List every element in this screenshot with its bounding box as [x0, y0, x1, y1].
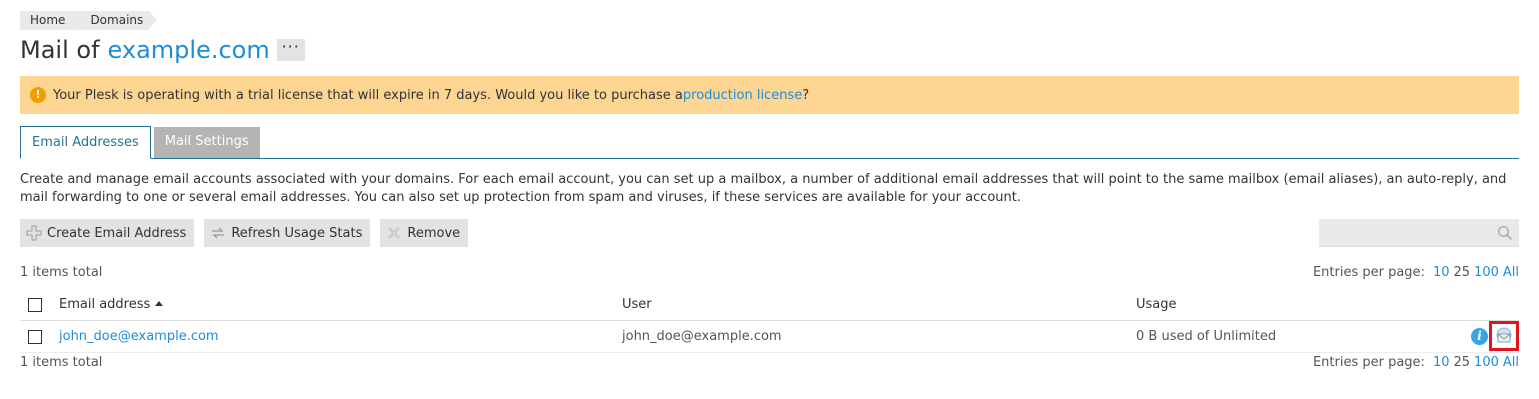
production-license-link[interactable]: production license — [683, 88, 802, 103]
entries-per-page-bottom: Entries per page: 10 25 100 All — [1313, 355, 1519, 370]
page-title: Mail of example.com ··· — [20, 36, 305, 64]
create-email-address-label: Create Email Address — [47, 225, 187, 241]
entries-per-page-label: Entries per page: — [1312, 355, 1425, 370]
select-all-checkbox[interactable] — [28, 298, 42, 312]
more-actions-button[interactable]: ··· — [276, 39, 305, 61]
row-email-link[interactable]: john_doe@example.com — [59, 321, 219, 353]
trial-banner-suffix: ? — [802, 87, 810, 103]
entries-per-page-top: Entries per page: 10 25 100 All — [1313, 265, 1519, 280]
search-box — [1319, 219, 1519, 247]
entries-option-10[interactable]: 10 — [1433, 265, 1450, 280]
remove-label: Remove — [407, 225, 461, 241]
refresh-usage-stats-button[interactable]: Refresh Usage Stats — [204, 219, 371, 247]
plus-icon — [26, 225, 42, 241]
search-icon[interactable] — [1497, 225, 1513, 241]
entries-option-all[interactable]: All — [1503, 355, 1519, 370]
column-email-address-label: Email address — [59, 297, 151, 312]
entries-option-25[interactable]: 25 — [1454, 265, 1471, 280]
entries-option-100[interactable]: 100 — [1474, 265, 1499, 280]
remove-icon — [386, 225, 402, 241]
warning-icon: ! — [30, 87, 46, 103]
table-header: Email address User Usage — [20, 289, 1519, 321]
column-email-address[interactable]: Email address — [59, 289, 164, 321]
webmail-button[interactable] — [1489, 321, 1519, 351]
items-total-bottom: 1 items total — [20, 355, 103, 370]
breadcrumb-home[interactable]: Home — [20, 11, 82, 30]
page-description: Create and manage email accounts associa… — [20, 172, 1507, 205]
entries-per-page-label: Entries per page: — [1312, 265, 1425, 280]
row-user: john_doe@example.com — [622, 329, 782, 344]
tab-bar: Email Addresses Mail Settings — [20, 126, 1519, 159]
page-title-prefix: Mail of — [20, 36, 100, 64]
domain-link[interactable]: example.com — [108, 36, 270, 64]
table-row: john_doe@example.com john_doe@example.co… — [20, 321, 1519, 353]
webmail-icon — [1496, 327, 1512, 343]
sort-asc-icon — [155, 301, 164, 306]
info-icon[interactable]: i — [1471, 328, 1488, 345]
create-email-address-button[interactable]: Create Email Address — [20, 219, 195, 247]
row-checkbox[interactable] — [28, 330, 42, 344]
tab-mail-settings[interactable]: Mail Settings — [153, 127, 260, 158]
search-input[interactable] — [1319, 219, 1489, 247]
trial-banner-text: Your Plesk is operating with a trial lic… — [53, 87, 683, 103]
items-total-top: 1 items total — [20, 265, 103, 280]
breadcrumb: Home Domains — [20, 11, 158, 30]
refresh-usage-stats-label: Refresh Usage Stats — [231, 225, 363, 241]
toolbar: Create Email Address Refresh Usage Stats… — [20, 219, 478, 247]
column-user[interactable]: User — [622, 289, 652, 321]
entries-option-10[interactable]: 10 — [1433, 355, 1450, 370]
entries-option-all[interactable]: All — [1503, 265, 1519, 280]
email-addresses-table: Email address User Usage john_doe@exampl… — [20, 289, 1519, 353]
tab-email-addresses[interactable]: Email Addresses — [20, 126, 151, 159]
refresh-icon — [210, 225, 226, 241]
trial-license-banner: ! Your Plesk is operating with a trial l… — [20, 76, 1519, 114]
breadcrumb-domains[interactable]: Domains — [74, 11, 158, 30]
remove-button[interactable]: Remove — [380, 219, 469, 247]
column-usage[interactable]: Usage — [1136, 289, 1177, 321]
row-usage: 0 B used of Unlimited — [1136, 329, 1277, 344]
entries-option-100[interactable]: 100 — [1474, 355, 1499, 370]
entries-option-25[interactable]: 25 — [1454, 355, 1471, 370]
